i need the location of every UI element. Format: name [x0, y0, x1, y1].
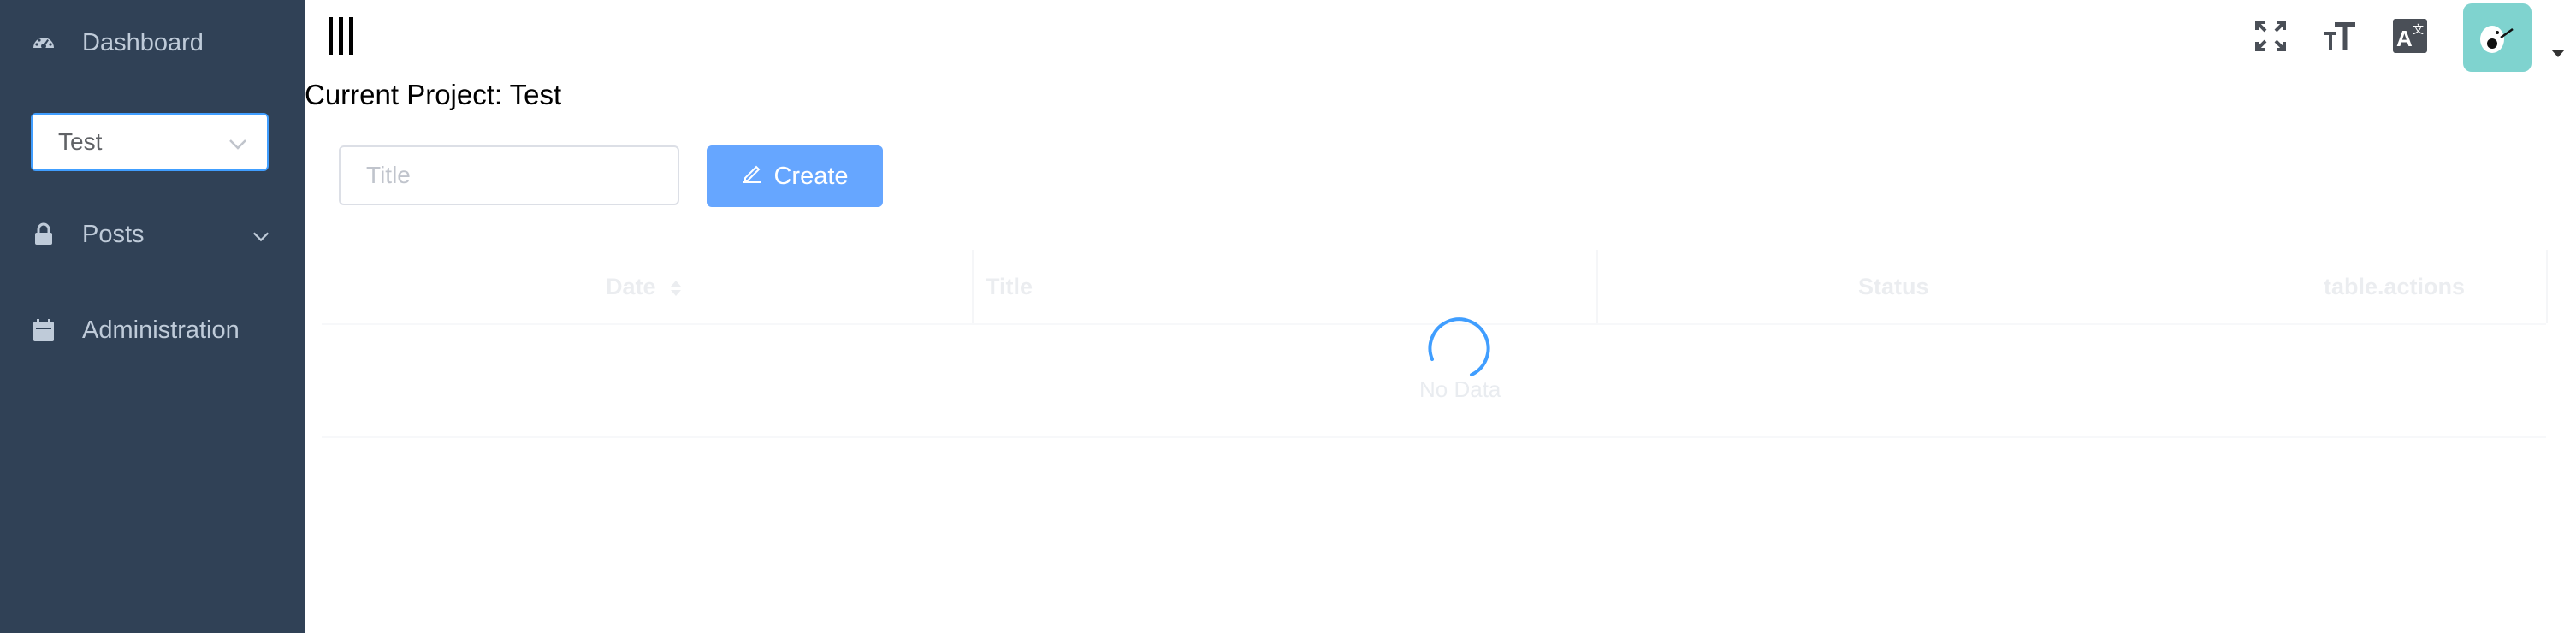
fullscreen-icon[interactable]: [2250, 15, 2291, 56]
chevron-down-icon: [252, 224, 270, 252]
project-select[interactable]: Test: [31, 113, 269, 171]
svg-text:文: 文: [2413, 23, 2424, 36]
avatar[interactable]: [2463, 3, 2532, 72]
column-divider: [972, 250, 974, 323]
posts-table: Date Title Status table.actions No Data: [322, 250, 2548, 438]
dashboard-icon: [31, 30, 56, 56]
column-header-status[interactable]: Status: [1858, 274, 1929, 300]
column-header-title[interactable]: Title: [986, 274, 1033, 300]
loading-spinner: [1428, 317, 1490, 376]
calendar-icon: [31, 317, 56, 343]
create-button-label: Create: [773, 162, 849, 190]
title-filter-input[interactable]: [339, 145, 679, 205]
sidebar-item-posts[interactable]: Posts: [0, 209, 305, 260]
sidebar-item-dashboard[interactable]: Dashboard: [0, 17, 305, 68]
edit-icon: [741, 162, 763, 191]
column-header-actions[interactable]: table.actions: [2324, 274, 2465, 300]
table-bottom-border: [322, 436, 2546, 438]
sidebar-item-administration[interactable]: Administration: [0, 305, 305, 356]
project-select-value: Test: [58, 128, 103, 155]
sidebar-item-label: Administration: [82, 316, 240, 344]
column-header-date[interactable]: Date: [606, 274, 683, 300]
column-divider: [2546, 250, 2548, 323]
translate-icon[interactable]: A 文: [2389, 15, 2431, 56]
sidebar-item-label: Posts: [82, 220, 145, 248]
create-button[interactable]: Create: [707, 145, 883, 207]
hamburger-icon[interactable]: [327, 17, 356, 55]
sidebar-item-label: Dashboard: [82, 28, 204, 56]
main-content: A 文 Current Project: Test Create Date Ti…: [305, 0, 2576, 633]
font-size-icon[interactable]: [2319, 15, 2360, 56]
current-project-label: Current Project: Test: [305, 79, 562, 110]
svg-text:A: A: [2396, 26, 2413, 51]
lock-icon: [31, 222, 56, 247]
column-divider: [1596, 250, 1598, 323]
sidebar: Dashboard Test Posts Administration: [0, 0, 305, 633]
chevron-down-icon: [228, 133, 248, 158]
caret-down-icon[interactable]: [2551, 50, 2565, 57]
